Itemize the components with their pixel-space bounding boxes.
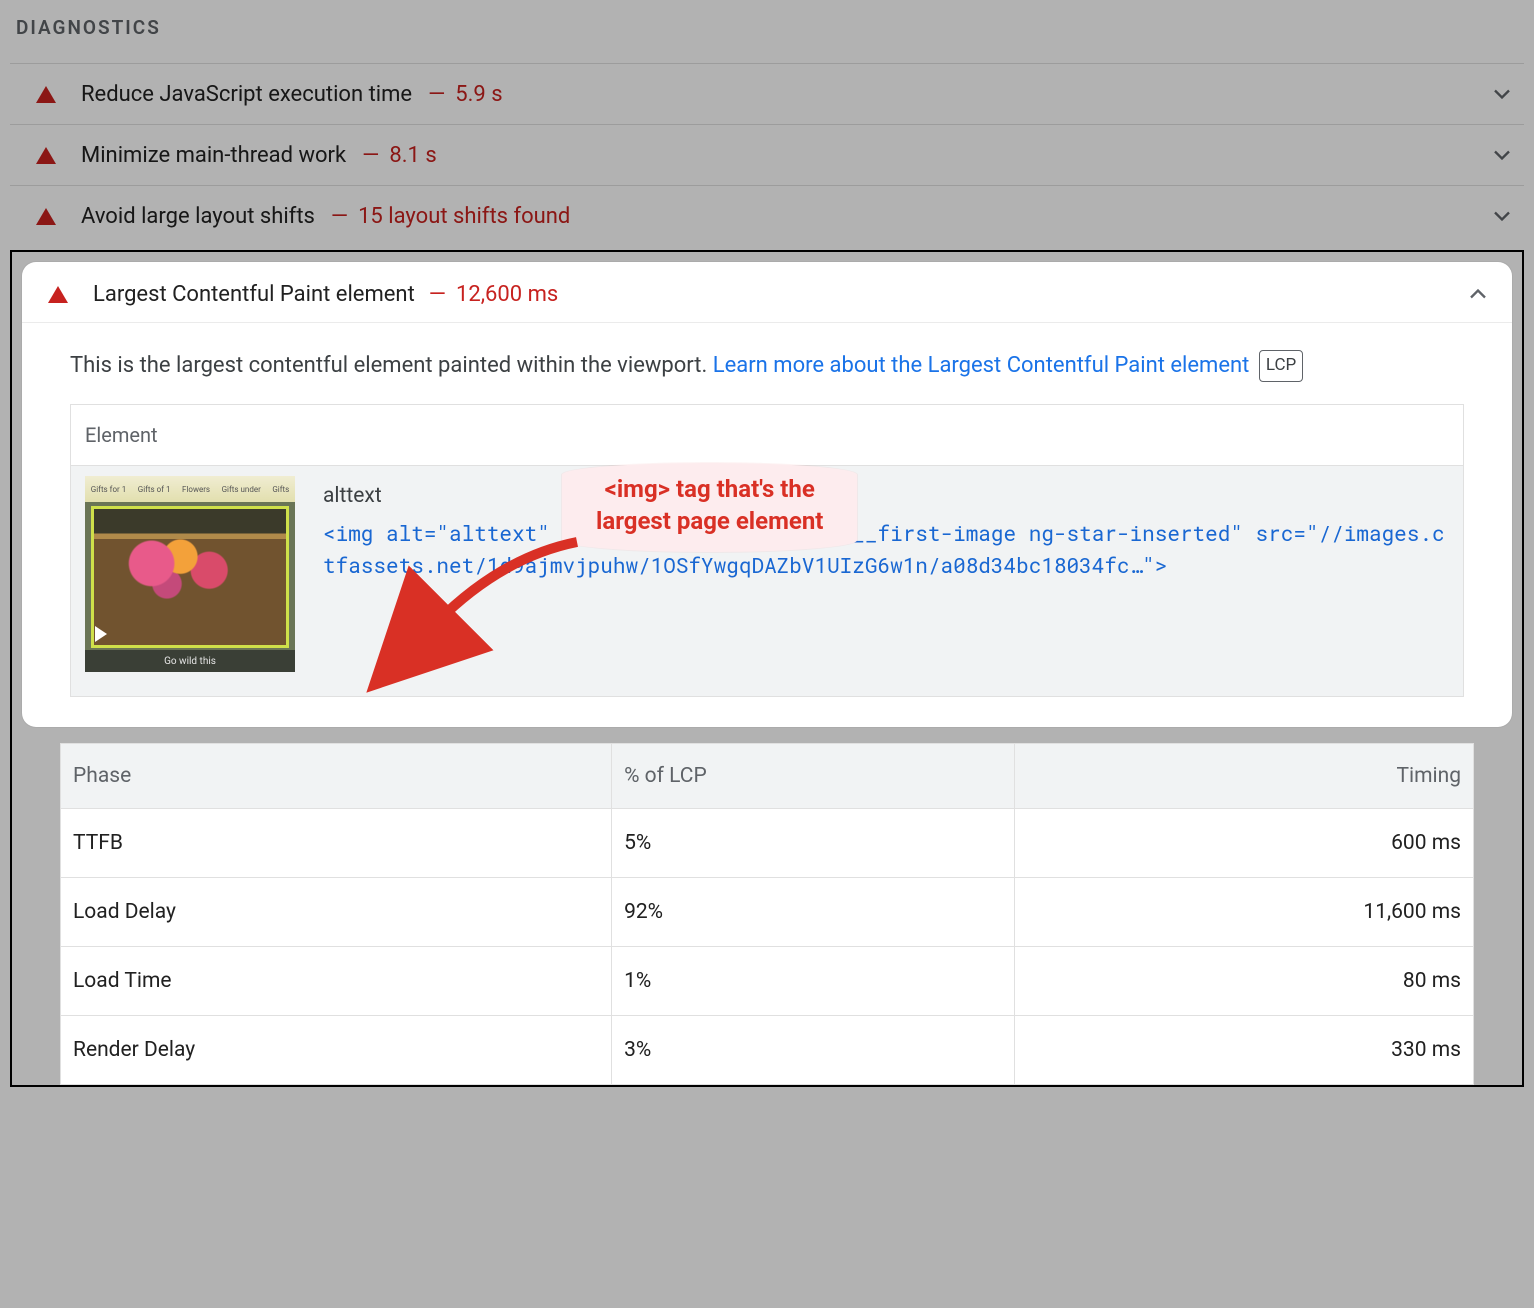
element-table-header: Element (71, 405, 1463, 466)
chevron-up-icon (1464, 280, 1492, 308)
phase-cell: Load Time (61, 947, 612, 1016)
audit-metric: 8.1 s (389, 143, 436, 168)
phase-col-header: Phase (61, 744, 612, 809)
audit-description: This is the largest contentful element p… (70, 347, 1464, 384)
chevron-down-icon (1488, 202, 1516, 230)
phase-table: Phase % of LCP Timing TTFB 5% 600 ms Loa… (60, 743, 1474, 1085)
pct-cell: 1% (612, 947, 1015, 1016)
warning-triangle-icon (36, 208, 56, 225)
audit-row[interactable]: Minimize main-thread work — 8.1 s (10, 124, 1524, 185)
dash: — (429, 282, 446, 307)
element-table-row: Gifts for 1Gifts of 1FlowersGifts underG… (71, 466, 1463, 696)
spotlight-region: Largest Contentful Paint element — 12,60… (10, 250, 1524, 1087)
section-title: DIAGNOSTICS (10, 0, 1524, 63)
audit-row[interactable]: Avoid large layout shifts — 15 layout sh… (10, 185, 1524, 246)
lcp-audit-card: Largest Contentful Paint element — 12,60… (22, 262, 1512, 727)
audit-metric: 12,600 ms (456, 282, 558, 307)
pct-cell: 3% (612, 1016, 1015, 1085)
audit-row[interactable]: Reduce JavaScript execution time — 5.9 s (10, 63, 1524, 124)
dash: — (362, 143, 379, 168)
dash: — (428, 82, 445, 107)
table-row: TTFB 5% 600 ms (61, 809, 1474, 878)
audit-title: Largest Contentful Paint element (93, 282, 415, 307)
table-row: Render Delay 3% 330 ms (61, 1016, 1474, 1085)
description-text: This is the largest contentful element p… (70, 353, 713, 378)
table-row: Load Delay 92% 11,600 ms (61, 878, 1474, 947)
phase-cell: Render Delay (61, 1016, 612, 1085)
audit-title: Minimize main-thread work (81, 143, 346, 168)
chevron-down-icon (1488, 141, 1516, 169)
timing-cell: 330 ms (1015, 1016, 1474, 1085)
timing-cell: 11,600 ms (1015, 878, 1474, 947)
pct-cell: 92% (612, 878, 1015, 947)
element-table: Element Gifts for 1Gifts of 1FlowersGift… (70, 404, 1464, 697)
element-thumbnail: Gifts for 1Gifts of 1FlowersGifts underG… (85, 476, 295, 672)
pct-col-header: % of LCP (612, 744, 1015, 809)
warning-triangle-icon (36, 147, 56, 164)
table-row: Load Time 1% 80 ms (61, 947, 1474, 1016)
audit-title: Reduce JavaScript execution time (81, 82, 412, 107)
chevron-down-icon (1488, 80, 1516, 108)
warning-triangle-icon (48, 286, 68, 303)
phase-cell: Load Delay (61, 878, 612, 947)
audit-title: Avoid large layout shifts (81, 204, 315, 229)
dash: — (331, 204, 348, 229)
warning-triangle-icon (36, 86, 56, 103)
pct-cell: 5% (612, 809, 1015, 878)
timing-col-header: Timing (1015, 744, 1474, 809)
lcp-badge: LCP (1259, 350, 1303, 382)
timing-cell: 80 ms (1015, 947, 1474, 1016)
timing-cell: 600 ms (1015, 809, 1474, 878)
phase-table-wrap: Phase % of LCP Timing TTFB 5% 600 ms Loa… (12, 727, 1522, 1085)
element-alt-text: alttext (323, 480, 1449, 513)
audit-metric: 5.9 s (455, 82, 502, 107)
phase-cell: TTFB (61, 809, 612, 878)
audit-metric: 15 layout shifts found (358, 204, 570, 229)
play-icon (95, 626, 107, 642)
learn-more-link[interactable]: Learn more about the Largest Contentful … (713, 353, 1250, 378)
lcp-audit-header[interactable]: Largest Contentful Paint element — 12,60… (22, 262, 1512, 323)
element-code-snippet: <img alt="alttext" class="video-wrapper-… (323, 517, 1449, 582)
